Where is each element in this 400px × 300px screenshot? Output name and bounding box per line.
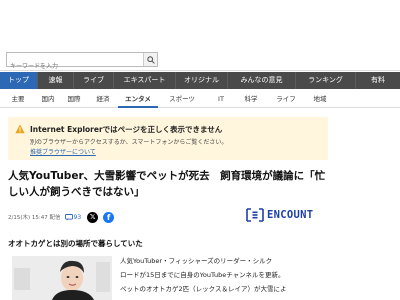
category-tab-international[interactable]: 国際 xyxy=(60,92,88,108)
search-icon xyxy=(146,55,155,64)
encount-logo-icon xyxy=(246,208,264,222)
article-body-line: ペットのオオトカゲ2匹（レックス＆レイア）が大雪によ xyxy=(120,285,287,293)
article-photo[interactable] xyxy=(12,256,112,300)
article-body-line: ロードが15日までに自身のYouTubeチャンネルを更新。 xyxy=(120,271,285,279)
main-nav-live[interactable]: ライブ xyxy=(74,72,114,89)
article-headline: 人気YouTuber、大雪影響でペットが死去 飼育環境が議論に「忙しい人が飼うべ… xyxy=(8,170,326,198)
header-divider xyxy=(0,70,400,71)
main-nav-top[interactable]: トップ xyxy=(0,72,38,89)
article-meta: 2/15(木) 15:47 配信 93 𝕏 f xyxy=(8,210,115,224)
comment-link[interactable]: 93 xyxy=(64,213,82,221)
category-tab-local[interactable]: 地域 xyxy=(306,92,334,108)
main-nav: トップ 速報 ライブ エキスパート オリジナル みんなの意見 ランキング 有料 xyxy=(0,72,400,89)
warning-icon xyxy=(15,124,25,134)
main-nav-expert[interactable]: エキスパート xyxy=(114,72,176,89)
article-body: 人気YouTuber・フィッシャーズのリーダー・シルク ロードが15日までに自身… xyxy=(120,254,330,296)
publish-date: 2/15(木) 15:47 配信 xyxy=(8,215,61,221)
main-nav-original[interactable]: オリジナル xyxy=(176,72,228,89)
browser-warning: Internet Explorerではページを正しく表示できません 別のブラウザ… xyxy=(8,117,328,160)
main-nav-flash[interactable]: 速報 xyxy=(38,72,74,89)
main-nav-paid[interactable]: 有料 xyxy=(356,72,400,89)
category-tab-it[interactable]: IT xyxy=(206,92,236,108)
comment-icon xyxy=(64,213,73,221)
main-nav-ranking[interactable]: ランキング xyxy=(296,72,356,89)
search-box xyxy=(6,52,158,73)
x-share-icon[interactable]: 𝕏 xyxy=(87,211,99,223)
header-top xyxy=(0,0,400,46)
comment-count: 93 xyxy=(73,213,82,221)
category-tab-sports[interactable]: スポーツ xyxy=(158,92,206,108)
warning-title: Internet Explorerではページを正しく表示できません xyxy=(30,125,223,134)
search-button[interactable] xyxy=(143,53,157,66)
warning-body: 別のブラウザーからアクセスするか、スマートフォンからご覧ください。 xyxy=(30,139,228,146)
category-nav: 主要 国内 国際 経済 エンタメ スポーツ IT 科学 ライフ 地域 xyxy=(0,92,400,108)
source-logo[interactable]: ENCOUNT xyxy=(246,208,313,222)
category-tab-economy[interactable]: 経済 xyxy=(88,92,118,108)
source-logo-text: ENCOUNT xyxy=(267,209,314,221)
article-subheading: オオトカゲとは別の場所で暮らしていた xyxy=(8,239,143,248)
category-tab-domestic[interactable]: 国内 xyxy=(36,92,60,108)
category-tab-life[interactable]: ライフ xyxy=(266,92,306,108)
category-tab-entertainment[interactable]: エンタメ xyxy=(118,92,158,108)
article-body-line: 人気YouTuber・フィッシャーズのリーダー・シルク xyxy=(120,257,273,265)
article-photo-image xyxy=(12,256,112,300)
recommended-browser-link[interactable]: 推奨ブラウザーについて xyxy=(30,147,96,156)
facebook-share-icon[interactable]: f xyxy=(103,211,115,223)
category-tab-science[interactable]: 科学 xyxy=(236,92,266,108)
category-tab-main[interactable]: 主要 xyxy=(0,92,36,108)
main-nav-opinion[interactable]: みんなの意見 xyxy=(228,72,296,89)
